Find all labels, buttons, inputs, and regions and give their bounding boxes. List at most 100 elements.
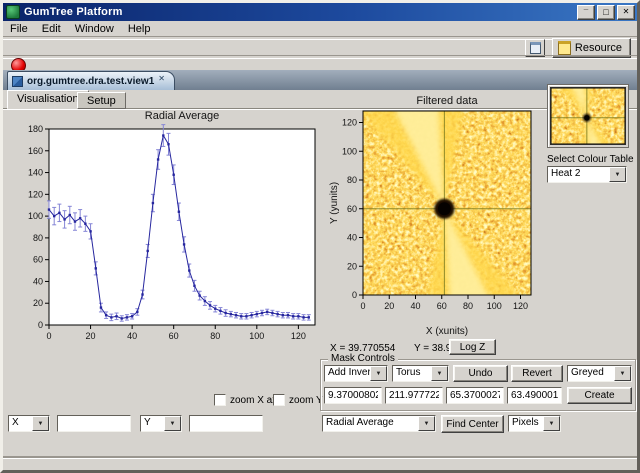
- filtered-data-plot[interactable]: Filtered data 0 20 40 60 80 100 120 0 20 40 60 80 100…: [327, 93, 545, 339]
- y-axis-combo-value: Y: [144, 417, 151, 428]
- tab-setup[interactable]: Setup: [77, 92, 126, 109]
- resource-perspective-icon: [557, 41, 571, 55]
- mask-operation-combo[interactable]: Add Inverse: [324, 365, 388, 382]
- editor-tab-bar: org.gumtree.dra.test.view1: [3, 70, 637, 91]
- process-combo-value: Radial Average: [326, 417, 394, 428]
- mask-param-1-field[interactable]: [324, 387, 382, 404]
- svg-text:120: 120: [291, 331, 306, 341]
- x-axis-combo-value: X: [12, 417, 19, 428]
- units-combo[interactable]: Pixels: [508, 415, 561, 432]
- revert-button[interactable]: Revert: [511, 365, 563, 382]
- checkbox-icon: [214, 394, 226, 406]
- svg-text:80: 80: [33, 233, 43, 243]
- find-center-button[interactable]: Find Center: [441, 415, 504, 433]
- create-button[interactable]: Create: [567, 387, 632, 404]
- mask-display-value: Greyed: [571, 367, 604, 378]
- chevron-down-icon: [609, 167, 626, 182]
- menu-edit[interactable]: Edit: [35, 23, 68, 35]
- cursor-y-readout: Y = 38.9: [414, 343, 452, 354]
- divider: [3, 55, 637, 59]
- application-window: GumTree Platform File Edit Window Help R…: [0, 0, 640, 473]
- chevron-down-icon: [418, 416, 435, 431]
- svg-text:60: 60: [33, 255, 43, 265]
- colour-table-combo[interactable]: Heat 2: [547, 166, 627, 183]
- mask-param-2-field[interactable]: [385, 387, 443, 404]
- y-axis-field[interactable]: [189, 415, 263, 432]
- svg-text:80: 80: [347, 175, 357, 185]
- svg-text:0: 0: [360, 301, 365, 311]
- colour-table-label: Select Colour Table: [547, 154, 634, 165]
- x-axis-field[interactable]: [57, 415, 131, 432]
- svg-text:Filtered data: Filtered data: [416, 95, 478, 107]
- svg-text:20: 20: [347, 261, 357, 271]
- view-icon: [12, 76, 23, 87]
- colour-table-value: Heat 2: [551, 168, 581, 179]
- mask-param-3-field[interactable]: [446, 387, 504, 404]
- svg-text:100: 100: [28, 211, 43, 221]
- svg-text:40: 40: [33, 276, 43, 286]
- svg-text:120: 120: [28, 189, 43, 199]
- mask-controls-legend: Mask Controls: [328, 353, 398, 364]
- undo-button[interactable]: Undo: [453, 365, 508, 382]
- y-axis-combo[interactable]: Y: [140, 415, 182, 432]
- radial-average-chart[interactable]: Radial Average 0 20 40 60 80 100 120 140 160 180 0 2…: [7, 107, 325, 357]
- close-tab-icon[interactable]: [158, 74, 167, 86]
- svg-text:140: 140: [28, 168, 43, 178]
- mask-param-4-field[interactable]: [507, 387, 562, 404]
- units-combo-value: Pixels: [512, 417, 539, 428]
- mask-shape-combo[interactable]: Torus: [392, 365, 449, 382]
- close-button[interactable]: [617, 4, 635, 20]
- svg-text:180: 180: [28, 124, 43, 134]
- svg-text:80: 80: [463, 301, 473, 311]
- mask-display-combo[interactable]: Greyed: [567, 365, 632, 382]
- svg-text:40: 40: [347, 233, 357, 243]
- svg-text:0: 0: [352, 290, 357, 300]
- log-z-button[interactable]: Log Z: [449, 339, 496, 355]
- thumbnail-image: [550, 87, 626, 145]
- process-combo[interactable]: Radial Average: [322, 415, 436, 432]
- svg-text:Radial Average: Radial Average: [145, 110, 219, 122]
- colour-preview-thumbnail[interactable]: [547, 84, 629, 148]
- app-icon: [6, 5, 20, 19]
- open-perspective-icon: [529, 42, 541, 54]
- svg-text:160: 160: [28, 146, 43, 156]
- chevron-down-icon: [32, 416, 49, 431]
- svg-text:0: 0: [38, 320, 43, 330]
- chevron-down-icon: [370, 366, 387, 381]
- editor-tab[interactable]: org.gumtree.dra.test.view1: [7, 71, 176, 91]
- menu-file[interactable]: File: [3, 23, 35, 35]
- editor-tab-label: org.gumtree.dra.test.view1: [27, 76, 155, 87]
- svg-text:60: 60: [169, 331, 179, 341]
- svg-text:80: 80: [210, 331, 220, 341]
- svg-text:X (xunits): X (xunits): [426, 326, 468, 337]
- status-bar: [3, 458, 637, 470]
- chevron-down-icon: [164, 416, 181, 431]
- svg-text:120: 120: [513, 301, 528, 311]
- checkbox-icon: [273, 394, 285, 406]
- svg-text:Y (yunits): Y (yunits): [329, 182, 340, 224]
- svg-text:120: 120: [342, 118, 357, 128]
- menu-help[interactable]: Help: [121, 23, 158, 35]
- title-bar: GumTree Platform: [3, 3, 637, 21]
- svg-text:100: 100: [342, 146, 357, 156]
- svg-text:60: 60: [437, 301, 447, 311]
- svg-text:0: 0: [46, 331, 51, 341]
- chevron-down-icon: [431, 366, 448, 381]
- chevron-down-icon: [614, 366, 631, 381]
- mask-operation-value: Add Inverse: [328, 367, 370, 378]
- chevron-down-icon: [543, 416, 560, 431]
- svg-text:20: 20: [86, 331, 96, 341]
- window-title: GumTree Platform: [24, 6, 123, 18]
- svg-text:20: 20: [384, 301, 394, 311]
- maximize-button[interactable]: [597, 4, 615, 20]
- svg-text:100: 100: [487, 301, 502, 311]
- window-controls: [577, 3, 635, 20]
- mask-shape-value: Torus: [396, 367, 421, 378]
- x-axis-combo[interactable]: X: [8, 415, 50, 432]
- svg-text:40: 40: [127, 331, 137, 341]
- resource-perspective-label: Resource: [574, 42, 622, 54]
- minimize-button[interactable]: [577, 3, 595, 20]
- menu-bar: File Edit Window Help: [3, 22, 637, 36]
- svg-text:60: 60: [347, 204, 357, 214]
- menu-window[interactable]: Window: [68, 23, 121, 35]
